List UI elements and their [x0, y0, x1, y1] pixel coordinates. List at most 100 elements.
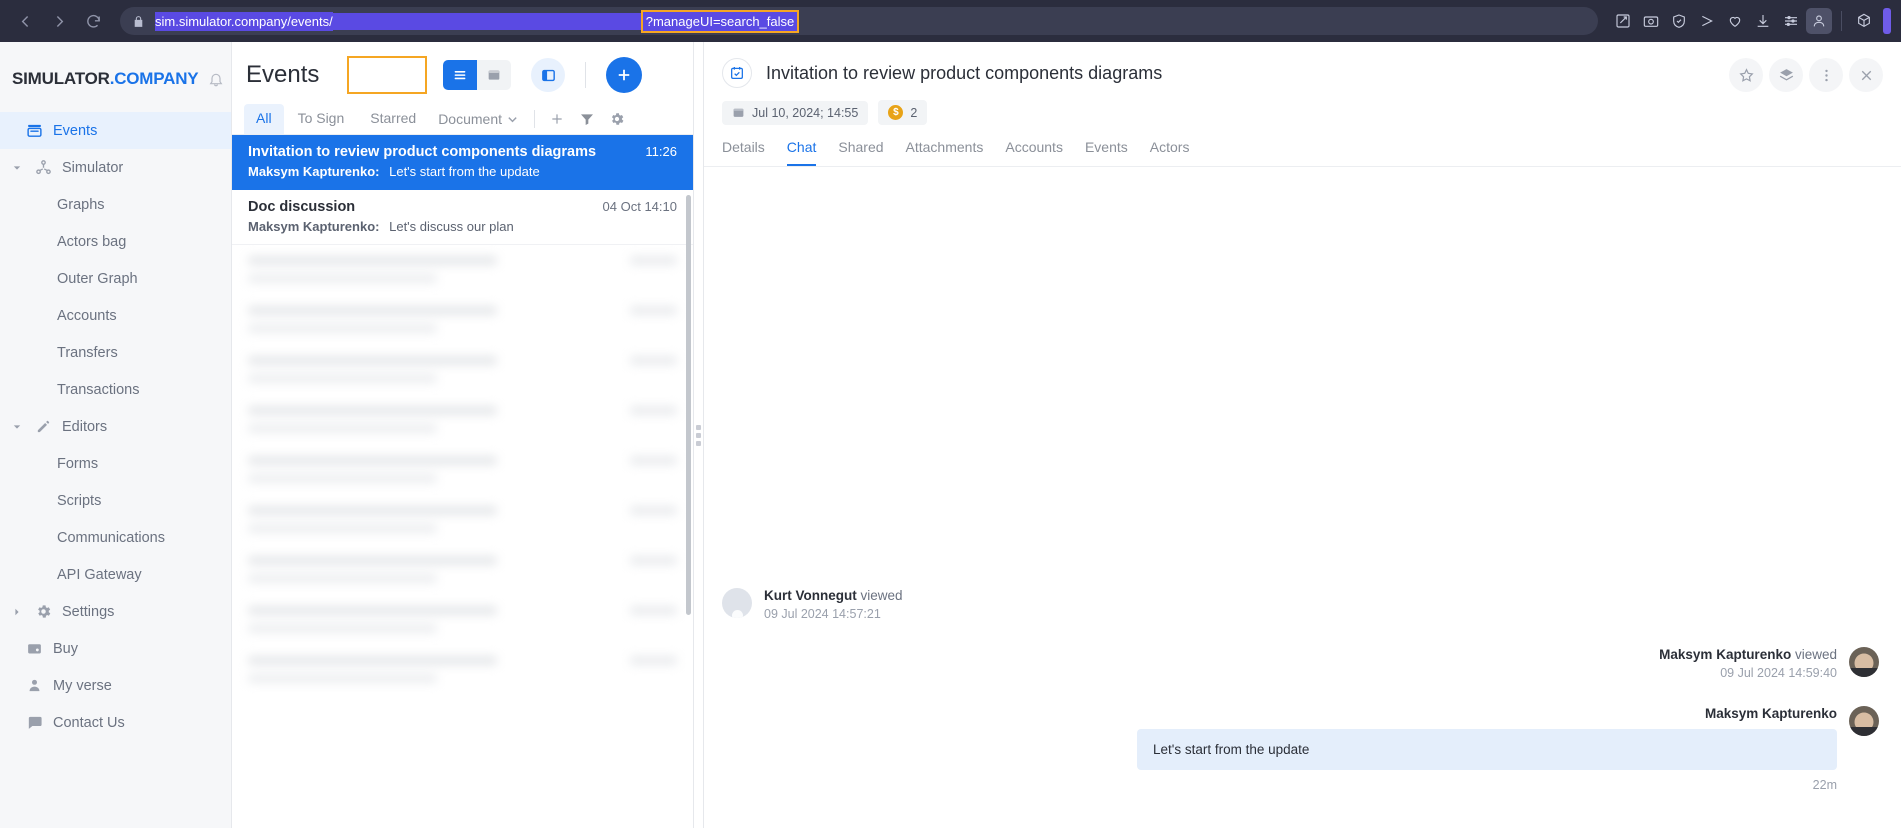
calendar-view-icon[interactable]: [477, 60, 512, 90]
brand-primary: SIMULATOR: [12, 69, 110, 88]
simulator-icon: [33, 159, 53, 176]
search-input[interactable]: [347, 56, 428, 94]
lock-icon: [132, 15, 145, 28]
sidebar: SIMULATOR.COMPANY Events Simulator Graph…: [0, 42, 232, 828]
send-icon[interactable]: [1694, 8, 1720, 34]
shield-icon[interactable]: [1666, 8, 1692, 34]
sidebar-item-forms[interactable]: Forms: [0, 445, 231, 482]
extension-strip[interactable]: [1883, 8, 1891, 34]
redacted-list-items: [232, 245, 693, 695]
sidebar-item-events[interactable]: Events: [0, 112, 231, 149]
chevron-down-icon[interactable]: [10, 423, 24, 431]
sidebar-item-my-verse[interactable]: My verse: [0, 667, 231, 704]
sidebar-item-outer-graph[interactable]: Outer Graph: [0, 260, 231, 297]
tab-details[interactable]: Details: [722, 139, 765, 166]
list-item[interactable]: [232, 445, 693, 495]
sidebar-item-transactions[interactable]: Transactions: [0, 371, 231, 408]
url-bar[interactable]: sim.simulator.company/events/ ?manageUI=…: [120, 7, 1598, 35]
brand-accent: .COMPANY: [109, 69, 199, 88]
tab-to-sign[interactable]: To Sign: [286, 104, 357, 134]
event-preview: Let's start from the update: [389, 164, 540, 179]
profile-icon[interactable]: [1806, 8, 1832, 34]
tab-events[interactable]: Events: [1085, 139, 1128, 166]
edit-icon[interactable]: [1610, 8, 1636, 34]
sidebar-item-label: Transactions: [57, 381, 140, 398]
star-icon[interactable]: [1729, 58, 1763, 92]
sidebar-item-buy[interactable]: Buy: [0, 630, 231, 667]
add-filter-icon[interactable]: [543, 107, 571, 131]
tab-accounts[interactable]: Accounts: [1005, 139, 1063, 166]
sidebar-item-label: Forms: [57, 455, 99, 472]
event-subject: Doc discussion: [248, 199, 356, 215]
add-event-button[interactable]: [606, 57, 643, 93]
sidebar-item-label: Communications: [57, 529, 165, 546]
tab-all[interactable]: All: [244, 104, 284, 134]
tab-shared[interactable]: Shared: [838, 139, 883, 166]
split-pane-icon[interactable]: [531, 58, 566, 92]
settings-gear-icon[interactable]: [603, 107, 631, 131]
message-action: viewed: [860, 588, 903, 603]
avatar: [1849, 706, 1879, 736]
header-divider: [585, 62, 587, 88]
camera-icon[interactable]: [1638, 8, 1664, 34]
reload-icon[interactable]: [78, 6, 108, 36]
sidebar-item-editors[interactable]: Editors: [0, 408, 231, 445]
drag-handle-icon[interactable]: [696, 424, 701, 446]
sidebar-item-actors-bag[interactable]: Actors bag: [0, 223, 231, 260]
chevron-right-icon[interactable]: [10, 608, 24, 616]
cube-icon[interactable]: [1851, 8, 1877, 34]
download-icon[interactable]: [1750, 8, 1776, 34]
sidebar-item-communications[interactable]: Communications: [0, 519, 231, 556]
chevron-down-icon[interactable]: [10, 164, 24, 172]
brand-logo[interactable]: SIMULATOR.COMPANY: [0, 58, 231, 100]
event-time: 11:26: [645, 144, 677, 159]
message-author: Kurt Vonnegut: [764, 588, 857, 603]
sidebar-item-contact-us[interactable]: Contact Us: [0, 704, 231, 741]
sidebar-item-label: Graphs: [57, 196, 105, 213]
list-view-icon[interactable]: [443, 60, 478, 90]
tab-chat[interactable]: Chat: [786, 139, 817, 166]
filter-icon[interactable]: [573, 107, 601, 131]
sidebar-item-label: Transfers: [57, 344, 118, 361]
sidebar-item-simulator[interactable]: Simulator: [0, 149, 231, 186]
list-item[interactable]: [232, 495, 693, 545]
sidebar-item-transfers[interactable]: Transfers: [0, 334, 231, 371]
sidebar-item-label: Events: [53, 122, 98, 139]
list-item[interactable]: [232, 545, 693, 595]
tabs-divider: [534, 110, 535, 128]
back-arrow-icon[interactable]: [10, 6, 40, 36]
tab-attachments[interactable]: Attachments: [906, 139, 984, 166]
sidebar-item-api-gateway[interactable]: API Gateway: [0, 556, 231, 593]
event-sender: Maksym Kapturenko:: [248, 219, 380, 234]
list-item[interactable]: [232, 345, 693, 395]
sidebar-item-accounts[interactable]: Accounts: [0, 297, 231, 334]
list-item[interactable]: [232, 245, 693, 295]
tab-starred[interactable]: Starred: [358, 104, 428, 134]
events-scrollbar[interactable]: [686, 195, 691, 615]
forward-arrow-icon[interactable]: [44, 6, 74, 36]
heart-icon[interactable]: [1722, 8, 1748, 34]
document-filter-dropdown[interactable]: Document: [430, 105, 526, 133]
list-item[interactable]: Invitation to review product components …: [232, 135, 693, 190]
sliders-icon[interactable]: [1778, 8, 1804, 34]
list-item[interactable]: [232, 595, 693, 645]
more-vertical-icon[interactable]: [1809, 58, 1843, 92]
list-item[interactable]: Doc discussion 04 Oct 14:10 Maksym Kaptu…: [232, 190, 693, 245]
list-item[interactable]: [232, 645, 693, 695]
sidebar-item-scripts[interactable]: Scripts: [0, 482, 231, 519]
view-mode-toggle: [443, 60, 512, 90]
chat-message: Maksym Kapturenko viewed 09 Jul 2024 14:…: [722, 647, 1879, 680]
layers-icon[interactable]: [1769, 58, 1803, 92]
sidebar-item-graphs[interactable]: Graphs: [0, 186, 231, 223]
sidebar-item-label: Outer Graph: [57, 270, 138, 287]
list-item[interactable]: [232, 395, 693, 445]
close-icon[interactable]: [1849, 58, 1883, 92]
notification-bell-icon[interactable]: [208, 71, 224, 87]
chevron-down-icon: [508, 116, 517, 122]
events-panel: Events All To Sign Starred Document Invi…: [232, 42, 694, 828]
tab-actors[interactable]: Actors: [1150, 139, 1190, 166]
sidebar-item-settings[interactable]: Settings: [0, 593, 231, 630]
panel-splitter[interactable]: [694, 42, 704, 828]
date-badge-text: Jul 10, 2024; 14:55: [752, 105, 859, 120]
list-item[interactable]: [232, 295, 693, 345]
